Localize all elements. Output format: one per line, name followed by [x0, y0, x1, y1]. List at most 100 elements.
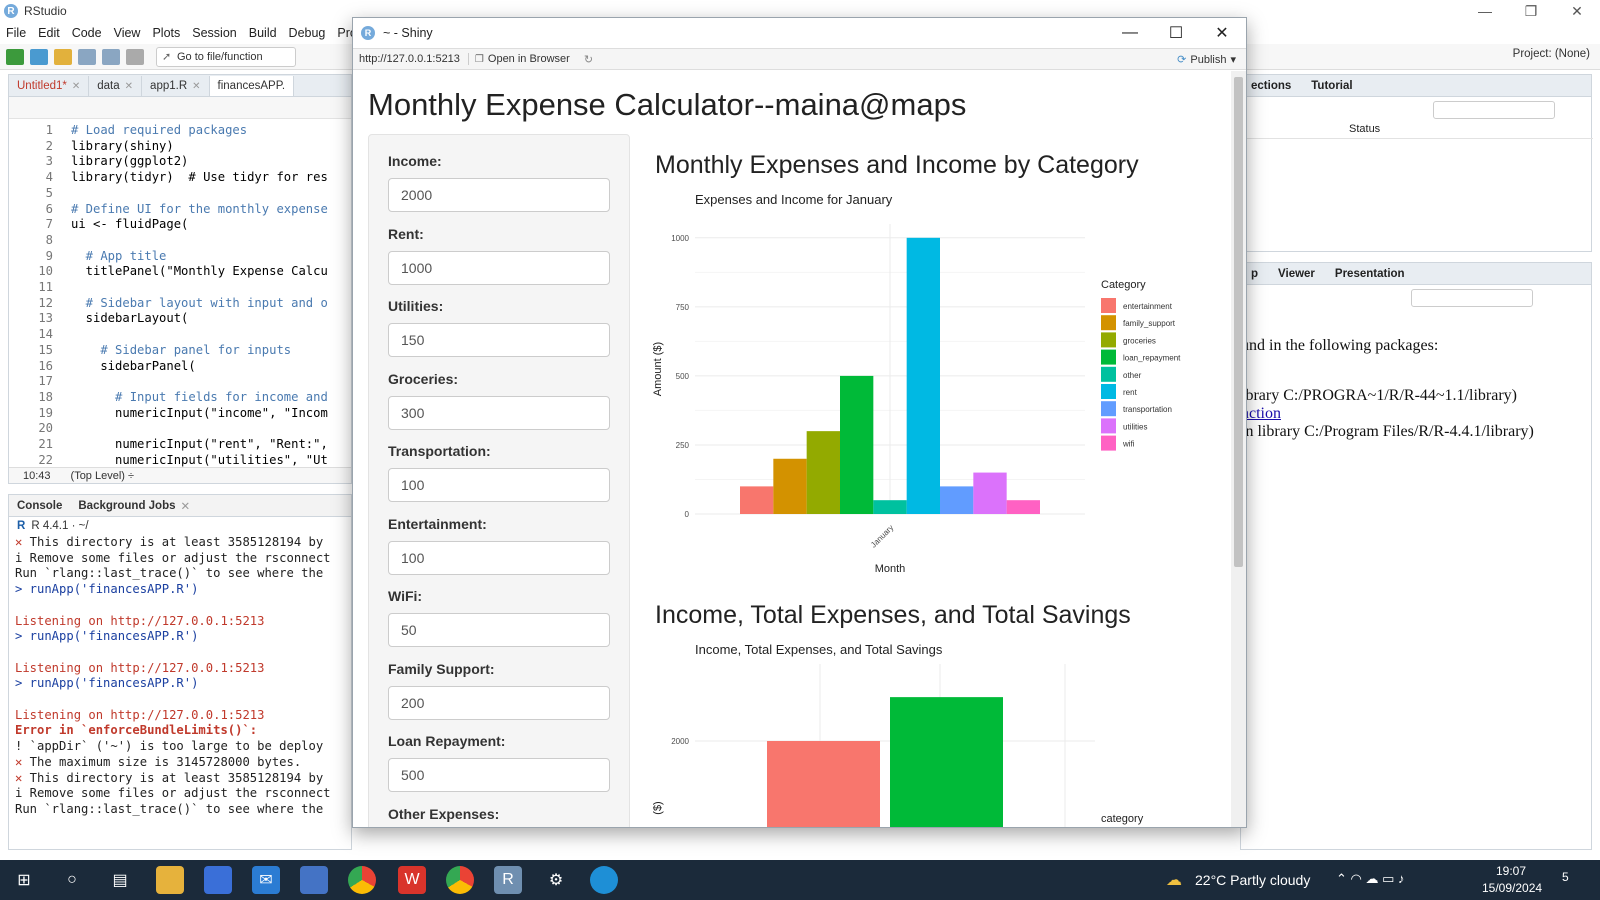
- numeric-input[interactable]: 150: [388, 323, 610, 357]
- menu-code[interactable]: Code: [66, 26, 108, 40]
- refresh-icon[interactable]: ↻: [584, 53, 593, 66]
- print-icon[interactable]: [126, 48, 144, 65]
- close-icon[interactable]: ✕: [1554, 0, 1600, 22]
- chrome-icon[interactable]: [348, 866, 376, 894]
- file-explorer-icon[interactable]: [156, 866, 184, 894]
- close-icon[interactable]: ✕: [125, 81, 133, 92]
- numeric-input[interactable]: 100: [388, 540, 610, 575]
- edge-icon[interactable]: [590, 866, 618, 894]
- menu-plots[interactable]: Plots: [146, 26, 186, 40]
- menu-session[interactable]: Session: [186, 26, 242, 40]
- legend-swatch-other: [1101, 366, 1116, 382]
- rstudio-taskbar-icon[interactable]: R: [494, 866, 522, 894]
- mail-icon[interactable]: ✉: [252, 866, 280, 894]
- line-number: 9: [45, 248, 53, 263]
- task-view-icon[interactable]: ▤: [106, 866, 134, 894]
- line-number: 15: [38, 342, 53, 357]
- shiny-app-content: Monthly Expense Calculator--maina@maps I…: [353, 71, 1233, 827]
- tab-background-jobs[interactable]: Background Jobs ✕: [70, 496, 198, 516]
- legend-swatch-loan_repayment: [1101, 349, 1116, 365]
- settings-gear-icon[interactable]: ⚙: [542, 866, 570, 894]
- scrollbar-thumb[interactable]: [1234, 77, 1243, 567]
- close-icon[interactable]: ✕: [1199, 18, 1245, 48]
- help-search-input[interactable]: [1411, 289, 1533, 307]
- console-line: Listening on http://127.0.0.1:5213: [15, 613, 265, 628]
- menu-debug[interactable]: Debug: [283, 26, 332, 40]
- open-file-icon[interactable]: [54, 48, 72, 65]
- tab-tutorial[interactable]: Tutorial: [1301, 80, 1362, 92]
- scope-selector[interactable]: (Top Level) ÷: [71, 470, 135, 482]
- restore-icon[interactable]: ❐: [1508, 0, 1554, 22]
- notifications-badge[interactable]: 5: [1562, 870, 1569, 884]
- clock-time[interactable]: 19:07: [1496, 864, 1526, 878]
- line-number: 20: [38, 421, 53, 436]
- editor-tabs: Untitled1* ✕ data ✕ app1.R ✕ financesAPP.: [9, 75, 351, 97]
- shiny-scrollbar[interactable]: [1231, 71, 1246, 827]
- y-axis-label: ($): [652, 801, 664, 814]
- minimize-icon[interactable]: —: [1107, 18, 1153, 48]
- weather-text[interactable]: 22°C Partly cloudy: [1195, 872, 1310, 888]
- numeric-input[interactable]: 1000: [388, 250, 610, 285]
- publish-button[interactable]: ⟳ Publish ▾: [1177, 53, 1236, 67]
- store-icon[interactable]: [204, 866, 232, 894]
- numeric-input[interactable]: 200: [388, 685, 610, 720]
- console-line: Listening on http://127.0.0.1:5213: [15, 707, 265, 722]
- bar-loan_repayment: [840, 375, 874, 514]
- bar-entertainment: [740, 486, 774, 514]
- console-line: Error in `enforceBundleLimits()`:: [15, 723, 258, 738]
- tab-presentation[interactable]: Presentation: [1325, 268, 1415, 280]
- clock-date[interactable]: 15/09/2024: [1482, 881, 1542, 895]
- tab-connections[interactable]: ections: [1241, 80, 1301, 92]
- tab-app1[interactable]: app1.R ✕: [142, 76, 210, 96]
- menu-view[interactable]: View: [108, 26, 147, 40]
- app-url[interactable]: http://127.0.0.1:5213: [353, 53, 469, 65]
- tab-data[interactable]: data ✕: [89, 76, 143, 96]
- legend-title: category: [1101, 813, 1144, 825]
- code-area[interactable]: 1 # Load required packages 2 library(shiny)…: [9, 119, 351, 469]
- menu-file[interactable]: File: [0, 26, 32, 40]
- minimize-icon[interactable]: —: [1462, 0, 1508, 22]
- goto-file-input[interactable]: Go to file/function: [156, 46, 296, 67]
- console-output[interactable]: ✕ This directory is at least 3585128194 …: [9, 535, 351, 818]
- close-icon[interactable]: ✕: [181, 499, 191, 513]
- numeric-input[interactable]: 500: [388, 758, 610, 792]
- editor-toolbar: [9, 97, 351, 119]
- numeric-input[interactable]: 100: [388, 468, 610, 502]
- close-icon[interactable]: ✕: [72, 81, 80, 92]
- numeric-input[interactable]: 50: [388, 613, 610, 647]
- legend-swatch-rent: [1101, 384, 1116, 399]
- tab-label: financesAPP.: [217, 80, 286, 92]
- bar-transportation: [940, 486, 974, 514]
- input-label: Loan Repayment:: [388, 733, 506, 749]
- search-icon[interactable]: ○: [58, 866, 86, 894]
- save-icon[interactable]: [78, 48, 96, 65]
- numeric-input[interactable]: 2000: [388, 178, 610, 212]
- chrome-icon[interactable]: [446, 866, 474, 894]
- shiny-titlebar: R ~ - Shiny — ☐ ✕: [353, 18, 1246, 48]
- tray-icons[interactable]: ⌃ ◠ ☁ ▭ ♪: [1336, 871, 1404, 887]
- office-icon[interactable]: W: [398, 866, 426, 894]
- menu-edit[interactable]: Edit: [32, 26, 66, 40]
- new-file-icon[interactable]: [6, 48, 24, 65]
- env-search-input[interactable]: [1433, 101, 1555, 119]
- windows-start-icon[interactable]: ⊞: [10, 866, 38, 894]
- tab-untitled1[interactable]: Untitled1* ✕: [9, 76, 90, 96]
- maximize-icon[interactable]: ☐: [1153, 18, 1199, 48]
- numeric-input[interactable]: 300: [388, 395, 610, 430]
- help-link[interactable]: nction: [1241, 405, 1281, 423]
- app-icon[interactable]: [300, 866, 328, 894]
- menu-build[interactable]: Build: [243, 26, 283, 40]
- tab-console[interactable]: Console: [9, 496, 70, 516]
- tab-viewer[interactable]: Viewer: [1268, 268, 1325, 280]
- help-text-line: und in the following packages:: [1241, 337, 1439, 354]
- project-menu[interactable]: Project: (None): [1513, 48, 1590, 60]
- app-title: Monthly Expense Calculator--maina@maps: [368, 87, 967, 122]
- close-icon[interactable]: ✕: [192, 81, 200, 92]
- editor-status-bar: 10:43 (Top Level) ÷: [9, 467, 351, 483]
- save-all-icon[interactable]: [102, 48, 120, 65]
- new-project-icon[interactable]: [30, 48, 48, 65]
- tab-financesapp[interactable]: financesAPP.: [209, 76, 295, 96]
- open-in-browser-button[interactable]: ❐ Open in Browser ↻: [469, 53, 593, 66]
- code-line: # Sidebar layout with input and o: [71, 295, 328, 310]
- code-line: # Sidebar panel for inputs: [71, 342, 292, 357]
